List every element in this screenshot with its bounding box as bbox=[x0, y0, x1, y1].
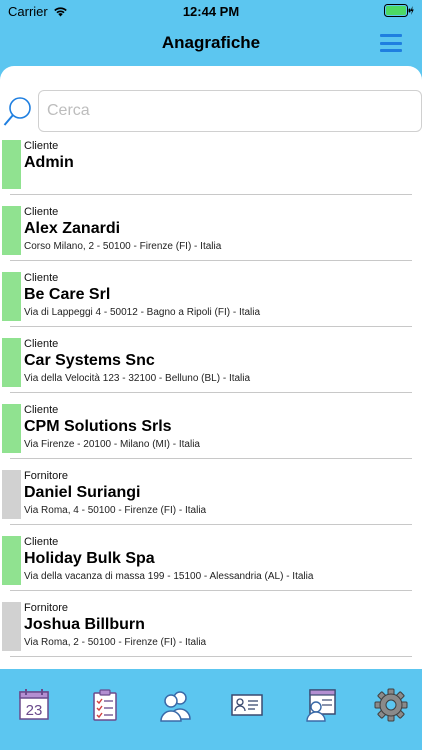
entry-address: Via della vacanza di massa 199 - 15100 -… bbox=[24, 571, 314, 582]
entry-address: Via di Lappeggi 4 - 50012 - Bagno a Ripo… bbox=[24, 307, 261, 318]
gear-icon bbox=[374, 688, 408, 722]
status-bar: Carrier 12:44 PM bbox=[0, 0, 422, 22]
category-bar bbox=[2, 536, 21, 585]
entry-type: Fornitore bbox=[24, 602, 69, 614]
menu-button[interactable] bbox=[380, 34, 402, 52]
entry-name: Admin bbox=[24, 154, 74, 171]
entry-address: Via della Velocità 123 - 32100 - Belluno… bbox=[24, 373, 251, 384]
list-item[interactable]: Cliente Holiday Bulk Spa Via della vacan… bbox=[0, 534, 422, 600]
tab-settings[interactable] bbox=[373, 687, 413, 727]
clipboard-checklist-icon bbox=[93, 689, 117, 721]
divider bbox=[10, 194, 412, 195]
navigation-bar: Anagrafiche bbox=[0, 22, 422, 66]
tab-contacts[interactable] bbox=[158, 687, 198, 727]
tab-card[interactable] bbox=[229, 687, 269, 727]
tab-bar: 23 bbox=[0, 669, 422, 750]
entry-type: Cliente bbox=[24, 338, 59, 350]
category-bar bbox=[2, 140, 21, 189]
entry-type: Cliente bbox=[24, 140, 59, 152]
list-item[interactable]: Cliente Alex Zanardi Corso Milano, 2 - 5… bbox=[0, 204, 422, 270]
category-bar bbox=[2, 404, 21, 453]
contact-list-icon bbox=[306, 689, 336, 722]
divider bbox=[10, 326, 412, 327]
calendar-icon: 23 bbox=[19, 689, 49, 720]
entry-name: Daniel Suriangi bbox=[24, 484, 141, 501]
tab-activities[interactable] bbox=[87, 687, 127, 727]
tab-directory[interactable] bbox=[302, 687, 342, 727]
entry-name: Holiday Bulk Spa bbox=[24, 550, 155, 567]
search-bar bbox=[0, 90, 422, 132]
entry-name: CPM Solutions Srls bbox=[24, 418, 172, 435]
category-bar bbox=[2, 470, 21, 519]
entry-type: Cliente bbox=[24, 404, 59, 416]
contact-list: Cliente Admin Cliente Alex Zanardi Corso… bbox=[0, 138, 422, 666]
calendar-day: 23 bbox=[26, 702, 43, 719]
entry-address: Via Firenze - 20100 - Milano (MI) - Ital… bbox=[24, 439, 200, 450]
menu-icon bbox=[380, 34, 402, 37]
category-bar bbox=[2, 206, 21, 255]
search-input[interactable] bbox=[38, 90, 422, 132]
category-bar bbox=[2, 272, 21, 321]
entry-name: Be Care Srl bbox=[24, 286, 111, 303]
entry-address: Via Roma, 2 - 50100 - Firenze (FI) - Ita… bbox=[24, 637, 207, 648]
entry-address: Corso Milano, 2 - 50100 - Firenze (FI) -… bbox=[24, 241, 222, 252]
status-time: 12:44 PM bbox=[182, 4, 240, 19]
list-item[interactable]: Cliente Be Care Srl Via di Lappeggi 4 - … bbox=[0, 270, 422, 336]
divider bbox=[10, 458, 412, 459]
entry-type: Fornitore bbox=[24, 470, 69, 482]
search-icon[interactable] bbox=[3, 96, 33, 128]
divider bbox=[10, 656, 412, 657]
entry-type: Cliente bbox=[24, 272, 59, 284]
battery-icon bbox=[384, 4, 414, 17]
id-card-icon bbox=[231, 694, 263, 716]
divider bbox=[10, 392, 412, 393]
divider bbox=[10, 590, 412, 591]
contacts-icon bbox=[160, 691, 191, 722]
category-bar bbox=[2, 338, 21, 387]
entry-name: Alex Zanardi bbox=[24, 220, 121, 237]
page-title: Anagrafiche bbox=[161, 33, 261, 52]
entry-address: Via Roma, 4 - 50100 - Firenze (FI) - Ita… bbox=[24, 505, 207, 516]
battery-indicator bbox=[384, 4, 414, 17]
entry-name: Car Systems Snc bbox=[24, 352, 155, 369]
entry-name: Joshua Billburn bbox=[24, 616, 145, 633]
tab-calendar[interactable]: 23 bbox=[16, 687, 56, 727]
list-item[interactable]: Cliente CPM Solutions Srls Via Firenze -… bbox=[0, 402, 422, 468]
category-bar bbox=[2, 602, 21, 651]
list-item[interactable]: Cliente Car Systems Snc Via della Veloci… bbox=[0, 336, 422, 402]
divider bbox=[10, 260, 412, 261]
entry-type: Cliente bbox=[24, 536, 59, 548]
divider bbox=[10, 524, 412, 525]
content-panel: Cliente Admin Cliente Alex Zanardi Corso… bbox=[0, 66, 422, 669]
list-item[interactable]: Fornitore Joshua Billburn Via Roma, 2 - … bbox=[0, 600, 422, 666]
list-item[interactable]: Fornitore Daniel Suriangi Via Roma, 4 - … bbox=[0, 468, 422, 534]
entry-type: Cliente bbox=[24, 206, 59, 218]
list-item[interactable]: Cliente Admin bbox=[0, 138, 422, 204]
